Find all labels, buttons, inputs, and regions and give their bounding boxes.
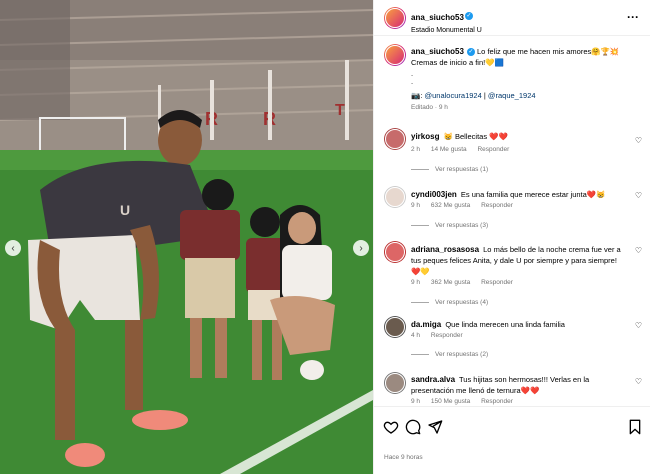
avatar[interactable] (384, 372, 406, 394)
more-horizontal-icon[interactable]: ··· (627, 10, 639, 24)
reply-button[interactable]: Responder (481, 202, 513, 209)
chevron-left-icon[interactable]: ‹ (5, 240, 21, 256)
comment-likes[interactable]: 632 Me gusta (431, 202, 470, 209)
heart-icon[interactable] (383, 419, 399, 435)
heart-icon[interactable]: ♡ (635, 321, 642, 330)
caption-username[interactable]: ana_siucho53 (411, 47, 464, 56)
heart-icon[interactable]: ♡ (635, 246, 642, 255)
comment-text: Que linda merecen una linda familia (445, 320, 565, 329)
comment-text: 😸 Bellecitas ❤️❤️ (443, 132, 508, 141)
comments-area[interactable]: ana_siucho53 ✓ Lo feliz que me hacen mis … (374, 36, 650, 406)
post-time-ago: Hace 9 horas (384, 454, 423, 461)
comment-username[interactable]: sandra.alva (411, 375, 455, 384)
comment-time: 9 h (411, 398, 421, 405)
post-photo: R R T U (0, 0, 373, 474)
heart-icon[interactable]: ♡ (635, 191, 642, 200)
comment-username[interactable]: adriana_rosasosa (411, 245, 479, 254)
mention-link[interactable]: @raque_1924 (488, 91, 536, 100)
comment-likes[interactable]: 150 Me gusta (431, 398, 470, 405)
avatar[interactable] (384, 128, 406, 150)
comment-username[interactable]: cyndi003jen (411, 190, 457, 199)
view-replies-button[interactable]: Ver respuestas (3) (411, 222, 488, 229)
comment-time: 2 h (411, 146, 421, 153)
view-replies-button[interactable]: Ver respuestas (2) (411, 351, 488, 358)
reply-button[interactable]: Responder (481, 398, 513, 405)
comment-icon[interactable] (405, 419, 421, 435)
avatar[interactable] (384, 241, 406, 263)
post-location[interactable]: Estadio Monumental U (411, 27, 482, 34)
view-replies-button[interactable]: Ver respuestas (1) (411, 166, 488, 173)
caption-mentions: 📷: @unalocura1924 | @raque_1924 (411, 91, 536, 100)
comment-likes[interactable]: 362 Me gusta (431, 279, 470, 286)
svg-text:T: T (335, 102, 345, 119)
send-icon[interactable] (427, 419, 443, 435)
comment-time: 9 h (411, 279, 421, 286)
post-side-panel: ana_siucho53 ✓ Estadio Monumental U ··· a… (373, 0, 650, 474)
verified-icon: ✓ (466, 48, 475, 57)
avatar[interactable] (384, 186, 406, 208)
verified-icon: ✓ (464, 11, 473, 20)
caption-edited: Editado · 9 h (411, 104, 448, 111)
comment-username[interactable]: da.miga (411, 320, 441, 329)
avatar[interactable] (384, 316, 406, 338)
chevron-right-icon[interactable]: › (353, 240, 369, 256)
avatar[interactable] (384, 44, 406, 66)
action-bar (374, 406, 650, 446)
avatar[interactable] (384, 7, 406, 29)
comment-likes[interactable]: 14 Me gusta (431, 146, 467, 153)
comment-text: Es una familia que merece estar junta❤️😸 (460, 190, 606, 199)
post-header: ana_siucho53 ✓ Estadio Monumental U ··· (374, 0, 650, 36)
reply-button[interactable]: Responder (431, 332, 463, 339)
caption-dots: . . (411, 69, 414, 86)
svg-text:U: U (120, 202, 130, 218)
heart-icon[interactable]: ♡ (635, 136, 642, 145)
reply-button[interactable]: Responder (481, 279, 513, 286)
mention-link[interactable]: @unalocura1924 (425, 91, 482, 100)
camera-icon: 📷 (411, 91, 421, 100)
comment-username[interactable]: yirkosg (411, 132, 439, 141)
comment-time: 9 h (411, 202, 421, 209)
view-replies-button[interactable]: Ver respuestas (4) (411, 299, 488, 306)
heart-icon[interactable]: ♡ (635, 377, 642, 386)
reply-button[interactable]: Responder (477, 146, 509, 153)
bookmark-icon[interactable] (627, 419, 643, 435)
photo-illustration: R R T U (0, 0, 373, 474)
comment-time: 4 h (411, 332, 421, 339)
post-username[interactable]: ana_siucho53 (411, 13, 464, 22)
